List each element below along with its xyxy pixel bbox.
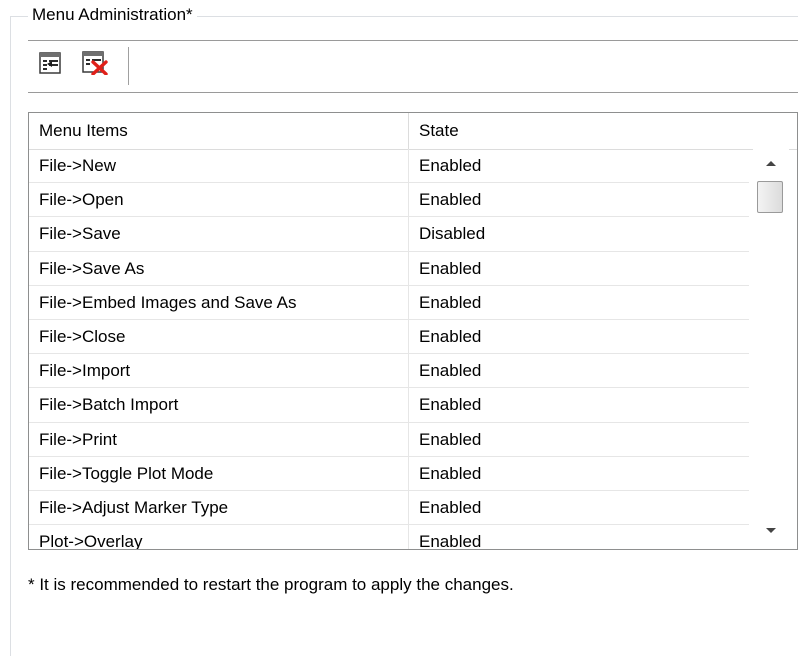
table-row[interactable]: File->Embed Images and Save As Enabled <box>29 285 749 320</box>
state-cell[interactable]: Enabled <box>409 252 749 286</box>
table-row[interactable]: File->Save Disabled <box>29 217 749 252</box>
menu-item-cell[interactable]: File->New <box>29 149 409 184</box>
column-header-menu-items[interactable]: Menu Items <box>29 113 409 149</box>
menu-items-grid: Menu Items State File->New Enabled File->O… <box>28 112 798 550</box>
menu-item-cell[interactable]: Plot->Overlay <box>29 525 409 549</box>
table-row[interactable]: File->Print Enabled <box>29 422 749 457</box>
scroll-up-arrow-icon[interactable] <box>763 155 779 171</box>
menu-item-cell[interactable]: File->Embed Images and Save As <box>29 285 409 320</box>
table-row[interactable]: File->New Enabled <box>29 149 749 184</box>
delete-menu-icon <box>82 50 108 80</box>
group-title: Menu Administration* <box>28 3 197 27</box>
toolbar <box>28 40 798 93</box>
menu-item-cell[interactable]: File->Open <box>29 183 409 218</box>
state-cell[interactable]: Enabled <box>409 183 749 218</box>
state-cell[interactable]: Enabled <box>409 286 749 320</box>
table-row[interactable]: File->Save As Enabled <box>29 251 749 286</box>
table-row[interactable]: File->Close Enabled <box>29 319 749 355</box>
table-row[interactable]: File->Import Enabled <box>29 354 749 389</box>
table-row[interactable]: File->Open Enabled <box>29 183 749 218</box>
grid-header: Menu Items State <box>29 113 797 150</box>
state-cell[interactable]: Enabled <box>409 320 749 355</box>
import-menu-button[interactable] <box>36 50 66 80</box>
delete-menu-button[interactable] <box>80 50 110 80</box>
menu-item-cell[interactable]: File->Print <box>29 422 409 457</box>
state-cell[interactable]: Enabled <box>409 149 749 184</box>
menu-item-cell[interactable]: File->Toggle Plot Mode <box>29 456 409 491</box>
menu-item-cell[interactable]: File->Close <box>29 319 409 355</box>
vertical-scrollbar[interactable] <box>753 149 789 549</box>
state-cell[interactable]: Enabled <box>409 388 749 423</box>
table-row[interactable]: File->Toggle Plot Mode Enabled <box>29 456 749 491</box>
restart-note: * It is recommended to restart the progr… <box>28 575 514 594</box>
table-row[interactable]: Plot->Overlay Enabled <box>29 525 749 549</box>
state-cell[interactable]: Enabled <box>409 491 749 526</box>
state-cell[interactable]: Enabled <box>409 525 749 549</box>
state-cell[interactable]: Enabled <box>409 457 749 491</box>
table-row[interactable]: File->Batch Import Enabled <box>29 388 749 423</box>
menu-item-cell[interactable]: File->Import <box>29 354 409 389</box>
toolbar-separator <box>128 47 130 85</box>
scrollbar-thumb[interactable] <box>757 181 783 213</box>
menu-item-cell[interactable]: File->Save As <box>29 251 409 286</box>
menu-item-cell[interactable]: File->Save <box>29 217 409 252</box>
table-row[interactable]: File->Adjust Marker Type Enabled <box>29 490 749 526</box>
scroll-down-arrow-icon[interactable] <box>763 523 779 539</box>
state-cell[interactable]: Disabled <box>409 217 749 252</box>
menu-item-cell[interactable]: File->Batch Import <box>29 388 409 423</box>
state-cell[interactable]: Enabled <box>409 423 749 457</box>
menu-item-cell[interactable]: File->Adjust Marker Type <box>29 490 409 526</box>
column-header-state[interactable]: State <box>409 113 749 149</box>
state-cell[interactable]: Enabled <box>409 354 749 389</box>
import-menu-icon <box>39 51 63 79</box>
grid-rows: File->New Enabled File->Open Enabled File->S… <box>29 149 749 549</box>
